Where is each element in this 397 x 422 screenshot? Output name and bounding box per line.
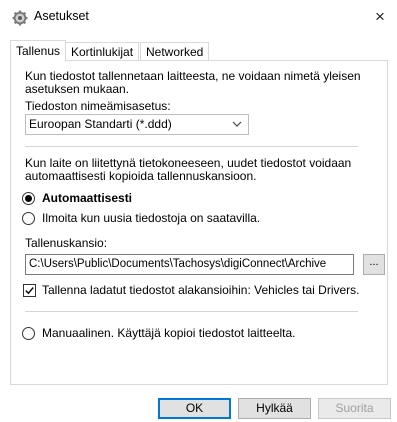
window-title: Asetukset — [34, 9, 89, 23]
folder-label: Tallenuskansio: — [25, 236, 108, 250]
title-bar: Asetukset × — [0, 0, 397, 34]
naming-label: Tiedoston nimeämisasetus: — [25, 99, 171, 113]
browse-button[interactable]: ... — [363, 254, 385, 275]
divider — [25, 311, 358, 312]
tab-tallenus[interactable]: Tallenus — [10, 40, 67, 62]
gear-icon — [12, 10, 28, 26]
close-icon[interactable]: × — [363, 0, 397, 34]
subfolder-checkbox[interactable] — [23, 284, 36, 297]
ok-button[interactable]: OK — [158, 398, 231, 419]
subfolder-checkbox-label: Tallenna ladatut tiedostot alakansioihin… — [42, 283, 360, 297]
naming-dropdown-value: Euroopan Standarti (*.ddd) — [29, 117, 172, 131]
radio-notify-label: Ilmoita kun uusia tiedostoja on saatavil… — [42, 211, 261, 225]
cancel-button[interactable]: Hylkää — [238, 398, 311, 419]
radio-automatic-label: Automaattisesti — [42, 191, 133, 205]
apply-button[interactable]: Suorita — [318, 398, 391, 419]
naming-dropdown[interactable]: Euroopan Standarti (*.ddd) — [25, 114, 249, 135]
chevron-down-icon — [232, 115, 242, 134]
divider — [25, 146, 358, 147]
radio-automatic[interactable] — [22, 192, 35, 205]
tab-kortinlukijat[interactable]: Kortinlukijat — [65, 42, 140, 60]
radio-manual-label: Manuaalinen. Käyttäjä kopioi tiedostot l… — [42, 326, 296, 340]
auto-intro-line2: automaattisesti kopioida tallennuskansio… — [25, 169, 257, 183]
folder-path-input[interactable]: C:\Users\Public\Documents\Tachosys\digiC… — [25, 254, 354, 275]
naming-intro-line2: asetuksen mukaan. — [25, 82, 130, 96]
radio-manual[interactable] — [22, 327, 35, 340]
tab-networked-devices[interactable]: Networked Devices — [140, 42, 210, 77]
radio-notify[interactable] — [22, 212, 35, 225]
